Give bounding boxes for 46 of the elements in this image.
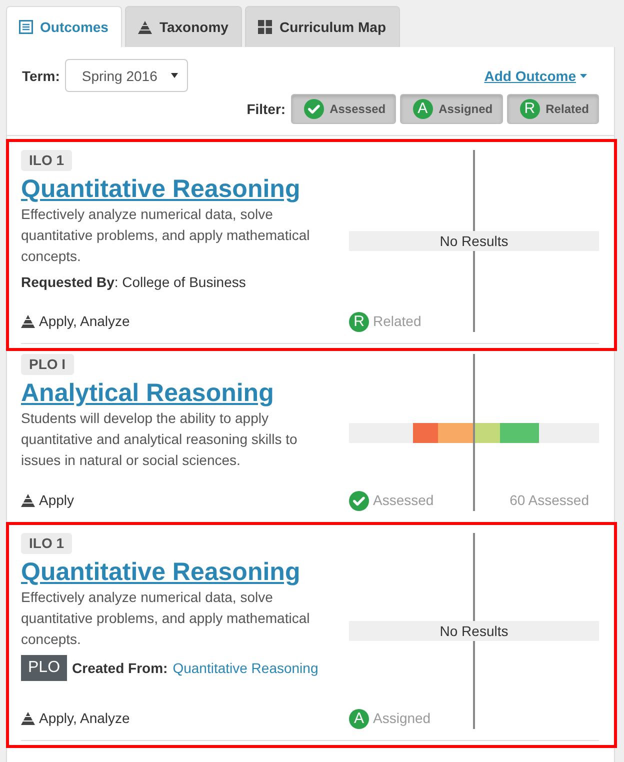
term-select[interactable]: Spring 2016 [64,59,188,92]
letter-circle-icon: A [349,708,369,728]
filter-button[interactable]: R Related [506,94,599,124]
outcome-code-tag: PLO I [21,354,74,375]
created-from-label: Created From: [72,659,168,678]
outcome-title-link[interactable]: Quantitative Reasoning [21,558,300,587]
nav-tab[interactable]: Outcomes [6,6,122,47]
filter-button[interactable]: Assessed [290,94,396,124]
taxonomy-levels: Apply, Analyze [39,312,130,331]
letter-circle-icon: R [349,312,369,332]
outcome-description: Effectively analyze numerical data, solve quantitative problems, and apply mathematical concepts. [21,588,311,649]
check-circle-icon [349,490,369,510]
taxonomy-levels: Apply, Analyze [39,709,130,728]
outcome-code-tag: ILO 1 [21,150,72,171]
status-label: Related [373,312,422,331]
taxonomy-levels: Apply [39,491,74,510]
letter-circle-icon: R [520,99,540,119]
status-label: Assigned [373,709,431,728]
plo-tag: PLO [21,655,68,681]
assessed-count: 60 Assessed [510,491,589,510]
caret-icon [580,74,587,78]
outcome-title-link[interactable]: Quantitative Reasoning [21,175,300,204]
caret-icon [170,73,178,78]
status-label: Assessed [373,491,434,510]
outcome-code-tag: ILO 1 [21,533,72,554]
requested-by-text: Requested By: College of Business [21,273,246,292]
no-results-bar: No Results [349,621,599,641]
add-outcome-link[interactable]: Add Outcome [484,66,587,86]
pyramid-icon [21,712,35,725]
letter-circle-icon: A [412,99,433,119]
pyramid-icon [138,20,152,34]
filter-label: Filter: [246,100,286,119]
outcome-description: Effectively analyze numerical data, solve quantitative problems, and apply mathematical concepts. [21,205,311,266]
pyramid-icon [21,315,35,328]
nav-tab[interactable]: Taxonomy [125,6,242,47]
grid-icon [258,20,272,34]
no-results-bar: No Results [349,231,599,251]
pyramid-icon [21,494,35,507]
source-outcome-link[interactable]: Quantitative Reasoning [172,658,318,678]
term-label: Term: [22,66,60,86]
check-circle-icon [304,99,324,119]
nav-tab[interactable]: Curriculum Map [245,6,400,47]
filter-button[interactable]: A Assigned [400,94,503,124]
list-icon [19,20,33,34]
outcome-description: Students will develop the ability to apply quantitative and analytical reasoning skills to issues in natural or social sciences. [21,409,298,470]
outcome-title-link[interactable]: Analytical Reasoning [21,379,274,408]
